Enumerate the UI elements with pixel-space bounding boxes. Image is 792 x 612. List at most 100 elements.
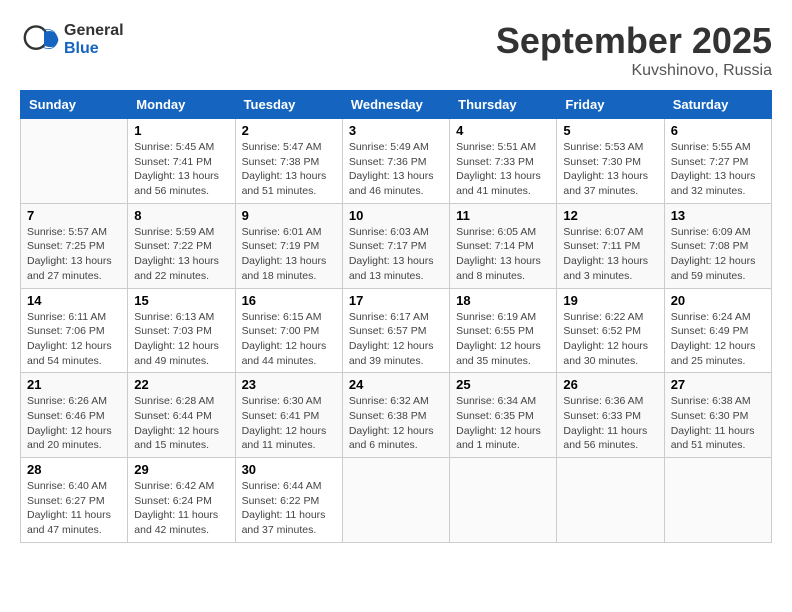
day-info: Sunrise: 6:30 AM Sunset: 6:41 PM Dayligh… bbox=[242, 394, 336, 453]
table-row: 8Sunrise: 5:59 AM Sunset: 7:22 PM Daylig… bbox=[128, 203, 235, 288]
table-row bbox=[342, 458, 449, 543]
calendar-week-row: 28 Sunrise: 6:40 AM Sunset: 6:27 PM Dayli… bbox=[21, 458, 772, 543]
header-saturday: Saturday bbox=[664, 91, 771, 119]
day-number: 24 bbox=[349, 377, 443, 392]
day-info: Sunrise: 6:03 AM Sunset: 7:17 PM Dayligh… bbox=[349, 225, 443, 284]
day-info: Sunrise: 6:17 AM Sunset: 6:57 PM Dayligh… bbox=[349, 310, 443, 369]
day-info: Sunrise: 6:44 AM Sunset: 6:22 PM Dayligh… bbox=[242, 479, 336, 538]
day-number: 28 bbox=[27, 462, 121, 477]
table-row: 2 Sunrise: 5:47 AM Sunset: 7:38 PM Daylig… bbox=[235, 119, 342, 204]
table-row bbox=[450, 458, 557, 543]
table-row: 25 Sunrise: 6:34 AM Sunset: 6:35 PM Dayli… bbox=[450, 373, 557, 458]
day-info: Sunrise: 6:24 AM Sunset: 6:49 PM Dayligh… bbox=[671, 310, 765, 369]
table-row: 29 Sunrise: 6:42 AM Sunset: 6:24 PM Dayli… bbox=[128, 458, 235, 543]
day-number: 17 bbox=[349, 293, 443, 308]
day-number: 3 bbox=[349, 123, 443, 138]
day-info: Sunrise: 6:32 AM Sunset: 6:38 PM Dayligh… bbox=[349, 394, 443, 453]
day-number: 13 bbox=[671, 208, 765, 223]
day-info: Sunrise: 5:53 AM Sunset: 7:30 PM Dayligh… bbox=[563, 140, 657, 199]
table-row: 26 Sunrise: 6:36 AM Sunset: 6:33 PM Dayli… bbox=[557, 373, 664, 458]
day-info: Sunrise: 6:11 AM Sunset: 7:06 PM Dayligh… bbox=[27, 310, 121, 369]
day-number: 4 bbox=[456, 123, 550, 138]
day-info: Sunrise: 6:26 AM Sunset: 6:46 PM Dayligh… bbox=[27, 394, 121, 453]
day-info: Sunrise: 5:55 AM Sunset: 7:27 PM Dayligh… bbox=[671, 140, 765, 199]
day-number: 1 bbox=[134, 123, 228, 138]
day-info: Sunrise: 6:07 AM Sunset: 7:11 PM Dayligh… bbox=[563, 225, 657, 284]
header-sunday: Sunday bbox=[21, 91, 128, 119]
day-info: Sunrise: 5:47 AM Sunset: 7:38 PM Dayligh… bbox=[242, 140, 336, 199]
location: Kuvshinovo, Russia bbox=[496, 62, 772, 80]
table-row: 22 Sunrise: 6:28 AM Sunset: 6:44 PM Dayli… bbox=[128, 373, 235, 458]
table-row: 14 Sunrise: 6:11 AM Sunset: 7:06 PM Dayli… bbox=[21, 288, 128, 373]
day-info: Sunrise: 6:13 AM Sunset: 7:03 PM Dayligh… bbox=[134, 310, 228, 369]
day-info: Sunrise: 6:42 AM Sunset: 6:24 PM Dayligh… bbox=[134, 479, 228, 538]
calendar-table: SundayMondayTuesdayWednesdayThursdayFrid… bbox=[20, 90, 772, 543]
calendar-week-row: 7Sunrise: 5:57 AM Sunset: 7:25 PM Daylig… bbox=[21, 203, 772, 288]
table-row: 21Sunrise: 6:26 AM Sunset: 6:46 PM Dayli… bbox=[21, 373, 128, 458]
day-number: 29 bbox=[134, 462, 228, 477]
table-row: 4 Sunrise: 5:51 AM Sunset: 7:33 PM Daylig… bbox=[450, 119, 557, 204]
table-row: 10 Sunrise: 6:03 AM Sunset: 7:17 PM Dayli… bbox=[342, 203, 449, 288]
day-number: 19 bbox=[563, 293, 657, 308]
day-info: Sunrise: 5:57 AM Sunset: 7:25 PM Dayligh… bbox=[27, 225, 121, 284]
calendar-header-row: SundayMondayTuesdayWednesdayThursdayFrid… bbox=[21, 91, 772, 119]
table-row: 7Sunrise: 5:57 AM Sunset: 7:25 PM Daylig… bbox=[21, 203, 128, 288]
calendar-week-row: 1 Sunrise: 5:45 AM Sunset: 7:41 PM Daylig… bbox=[21, 119, 772, 204]
table-row: 28 Sunrise: 6:40 AM Sunset: 6:27 PM Dayli… bbox=[21, 458, 128, 543]
day-number: 14 bbox=[27, 293, 121, 308]
day-number: 16 bbox=[242, 293, 336, 308]
day-number: 25 bbox=[456, 377, 550, 392]
table-row: 18 Sunrise: 6:19 AM Sunset: 6:55 PM Dayli… bbox=[450, 288, 557, 373]
day-number: 20 bbox=[671, 293, 765, 308]
day-number: 22 bbox=[134, 377, 228, 392]
day-number: 9 bbox=[242, 208, 336, 223]
header-thursday: Thursday bbox=[450, 91, 557, 119]
table-row: 5 Sunrise: 5:53 AM Sunset: 7:30 PM Daylig… bbox=[557, 119, 664, 204]
day-info: Sunrise: 6:34 AM Sunset: 6:35 PM Dayligh… bbox=[456, 394, 550, 453]
day-number: 8 bbox=[134, 208, 228, 223]
table-row: 9Sunrise: 6:01 AM Sunset: 7:19 PM Daylig… bbox=[235, 203, 342, 288]
day-info: Sunrise: 6:22 AM Sunset: 6:52 PM Dayligh… bbox=[563, 310, 657, 369]
day-info: Sunrise: 6:36 AM Sunset: 6:33 PM Dayligh… bbox=[563, 394, 657, 453]
day-info: Sunrise: 5:51 AM Sunset: 7:33 PM Dayligh… bbox=[456, 140, 550, 199]
day-number: 23 bbox=[242, 377, 336, 392]
day-number: 15 bbox=[134, 293, 228, 308]
day-info: Sunrise: 5:45 AM Sunset: 7:41 PM Dayligh… bbox=[134, 140, 228, 199]
table-row: 15 Sunrise: 6:13 AM Sunset: 7:03 PM Dayli… bbox=[128, 288, 235, 373]
month-title: September 2025 bbox=[496, 20, 772, 62]
day-number: 18 bbox=[456, 293, 550, 308]
day-number: 26 bbox=[563, 377, 657, 392]
day-info: Sunrise: 6:19 AM Sunset: 6:55 PM Dayligh… bbox=[456, 310, 550, 369]
day-info: Sunrise: 6:15 AM Sunset: 7:00 PM Dayligh… bbox=[242, 310, 336, 369]
table-row: 11 Sunrise: 6:05 AM Sunset: 7:14 PM Dayli… bbox=[450, 203, 557, 288]
table-row: 16 Sunrise: 6:15 AM Sunset: 7:00 PM Dayli… bbox=[235, 288, 342, 373]
day-info: Sunrise: 6:05 AM Sunset: 7:14 PM Dayligh… bbox=[456, 225, 550, 284]
day-number: 11 bbox=[456, 208, 550, 223]
day-number: 6 bbox=[671, 123, 765, 138]
logo-general: General bbox=[64, 22, 124, 40]
day-info: Sunrise: 6:09 AM Sunset: 7:08 PM Dayligh… bbox=[671, 225, 765, 284]
header-wednesday: Wednesday bbox=[342, 91, 449, 119]
day-number: 12 bbox=[563, 208, 657, 223]
table-row: 24 Sunrise: 6:32 AM Sunset: 6:38 PM Dayli… bbox=[342, 373, 449, 458]
table-row: 3 Sunrise: 5:49 AM Sunset: 7:36 PM Daylig… bbox=[342, 119, 449, 204]
logo: General Blue bbox=[20, 20, 124, 60]
header-monday: Monday bbox=[128, 91, 235, 119]
table-row: 27Sunrise: 6:38 AM Sunset: 6:30 PM Dayli… bbox=[664, 373, 771, 458]
table-row bbox=[21, 119, 128, 204]
table-row bbox=[557, 458, 664, 543]
header-friday: Friday bbox=[557, 91, 664, 119]
table-row: 12 Sunrise: 6:07 AM Sunset: 7:11 PM Dayli… bbox=[557, 203, 664, 288]
day-number: 2 bbox=[242, 123, 336, 138]
day-info: Sunrise: 5:49 AM Sunset: 7:36 PM Dayligh… bbox=[349, 140, 443, 199]
day-number: 5 bbox=[563, 123, 657, 138]
day-info: Sunrise: 6:28 AM Sunset: 6:44 PM Dayligh… bbox=[134, 394, 228, 453]
table-row bbox=[664, 458, 771, 543]
day-number: 10 bbox=[349, 208, 443, 223]
table-row: 23 Sunrise: 6:30 AM Sunset: 6:41 PM Dayli… bbox=[235, 373, 342, 458]
day-info: Sunrise: 6:40 AM Sunset: 6:27 PM Dayligh… bbox=[27, 479, 121, 538]
header-tuesday: Tuesday bbox=[235, 91, 342, 119]
page-header: General Blue September 2025 Kuvshinovo, … bbox=[20, 20, 772, 80]
table-row: 19 Sunrise: 6:22 AM Sunset: 6:52 PM Dayli… bbox=[557, 288, 664, 373]
table-row: 17 Sunrise: 6:17 AM Sunset: 6:57 PM Dayli… bbox=[342, 288, 449, 373]
